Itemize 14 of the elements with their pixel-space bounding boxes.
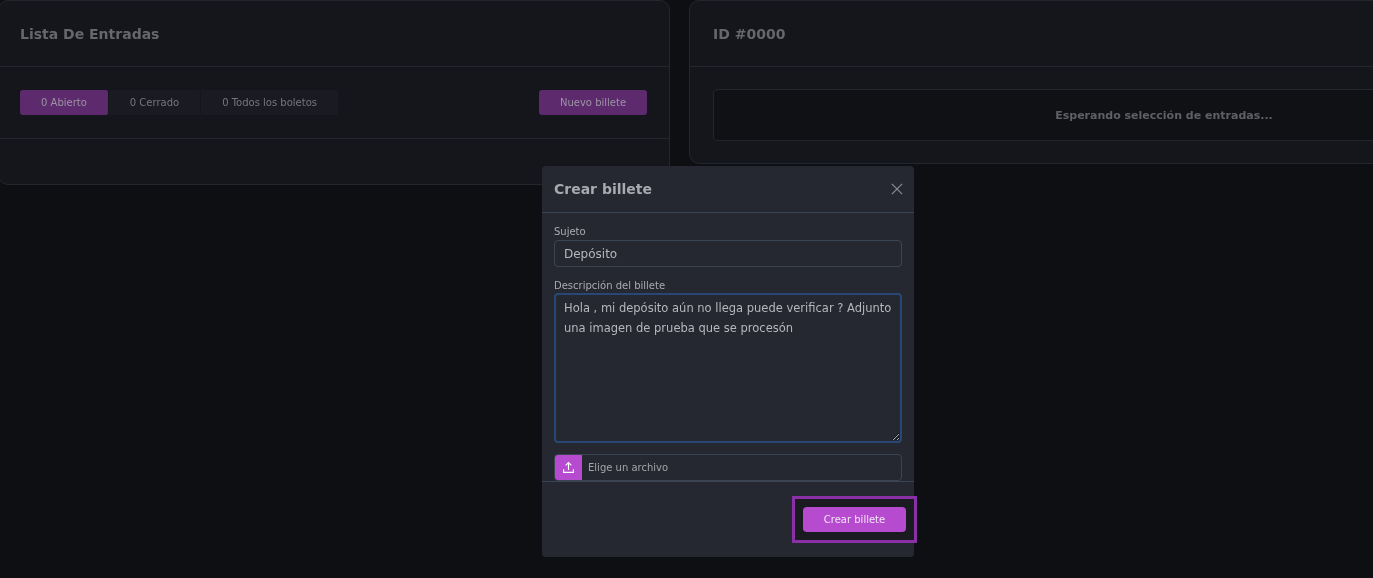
field-label: Descripción del billete [554, 280, 667, 292]
new-ticket-button[interactable]: Nuevo billete [539, 90, 647, 115]
dialog-title: Crear billete [554, 181, 652, 197]
empty-state-message: Esperando selección de entradas... [1055, 108, 1273, 122]
upload-icon [562, 460, 575, 474]
subject-field[interactable]: Depósito [554, 240, 902, 268]
field-label: Sujeto [554, 226, 587, 237]
create-ticket-button[interactable]: Crear billete [803, 507, 906, 532]
close-icon[interactable] [891, 183, 903, 195]
filter-tab[interactable]: 0 Abierto [20, 90, 109, 115]
card-title: Lista De Entradas [20, 25, 160, 42]
file-picker[interactable]: Elige un archivo [554, 453, 902, 481]
card-title: ID #0000 [713, 25, 786, 42]
description-field[interactable]: Hola , mi depósito aún no llega puede verificar ? Adjunto una imagen de prueba que se procesón [554, 293, 902, 443]
